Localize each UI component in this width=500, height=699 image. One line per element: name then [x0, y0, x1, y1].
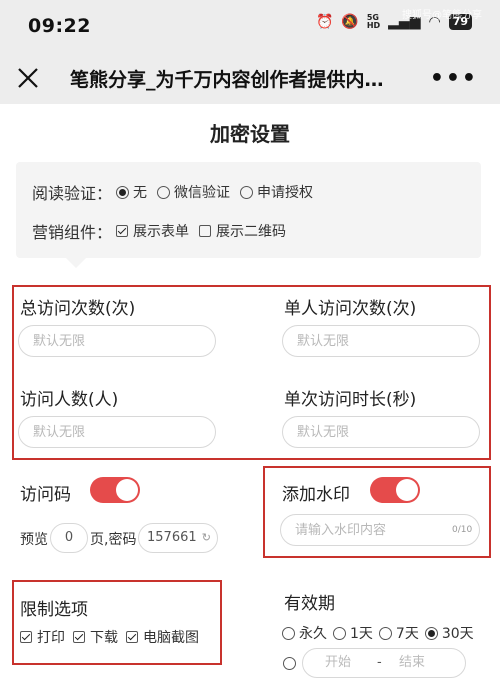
- network-indicator: 5G HD: [366, 13, 381, 30]
- end-date-field[interactable]: 结束: [399, 649, 425, 677]
- radio-apply[interactable]: 申请授权: [240, 182, 313, 202]
- restrictions-row: 打印 下载 电脑截图: [20, 627, 199, 647]
- checkbox-checked-icon: [116, 225, 129, 237]
- range-separator: -: [377, 655, 382, 670]
- radio-none[interactable]: 无: [116, 182, 147, 202]
- watermark-char-counter: 0/10: [452, 525, 473, 535]
- radio-icon: [333, 626, 346, 640]
- close-icon[interactable]: [14, 64, 42, 92]
- total-visits-input[interactable]: [18, 325, 216, 357]
- access-code-label: 访问码: [20, 485, 71, 505]
- marketing-row: 营销组件： 展示表单 展示二维码: [32, 219, 296, 243]
- checkbox-checked-icon: [126, 631, 138, 643]
- status-time: 09:22: [28, 15, 91, 37]
- marketing-label: 营销组件：: [32, 223, 113, 242]
- radio-custom-range[interactable]: [283, 657, 296, 670]
- checkbox-show-form[interactable]: 展示表单: [116, 221, 189, 241]
- radio-selected-icon: [424, 626, 438, 640]
- single-visits-label: 单人访问次数(次): [284, 299, 417, 319]
- restrictions-label: 限制选项: [20, 600, 88, 620]
- date-range-picker[interactable]: 开始 - 结束: [302, 648, 466, 678]
- page-title: 笔熊分享_为千万内容创作者提供内…: [70, 69, 384, 91]
- checkbox-download[interactable]: 下载: [73, 627, 118, 647]
- radio-forever[interactable]: 永久: [282, 623, 327, 643]
- visitor-count-input[interactable]: [18, 416, 216, 448]
- nav-bar: 笔熊分享_为千万内容创作者提供内… •••: [0, 52, 500, 104]
- radio-1-day[interactable]: 1天: [333, 623, 373, 643]
- radio-selected-icon: [116, 185, 130, 199]
- validity-row: 永久 1天 7天 30天: [282, 623, 474, 643]
- page-heading: 加密设置: [210, 122, 290, 146]
- start-date-field[interactable]: 开始: [325, 649, 351, 677]
- alarm-icon: ⏰: [315, 14, 334, 30]
- checkbox-checked-icon: [73, 631, 85, 643]
- radio-icon: [240, 185, 254, 199]
- watermark-text: 搜狐号@笔熊分享: [402, 10, 482, 21]
- total-visits-label: 总访问次数(次): [20, 299, 136, 319]
- access-code-toggle[interactable]: [90, 477, 140, 503]
- watermark-input[interactable]: [280, 514, 480, 546]
- watermark-label: 添加水印: [282, 485, 350, 505]
- single-visits-input[interactable]: [282, 325, 480, 357]
- radio-icon: [378, 626, 392, 640]
- validity-label: 有效期: [284, 594, 335, 614]
- more-options-icon[interactable]: •••: [430, 66, 478, 91]
- checkbox-show-qrcode[interactable]: 展示二维码: [199, 221, 286, 241]
- visit-duration-input[interactable]: [282, 416, 480, 448]
- settings-panel: 阅读验证： 无 微信验证 申请授权 营销组件： 展示表单 展示二维码: [16, 162, 481, 268]
- checkbox-print[interactable]: 打印: [20, 627, 65, 647]
- password-input[interactable]: 157661 ↻: [138, 523, 218, 553]
- visit-duration-label: 单次访问时长(秒): [284, 390, 417, 410]
- mute-icon: 🔕: [341, 14, 359, 30]
- restrictions-highlight: [12, 580, 222, 665]
- refresh-icon[interactable]: ↻: [202, 524, 211, 552]
- radio-wechat[interactable]: 微信验证: [157, 182, 230, 202]
- read-verify-label: 阅读验证：: [32, 184, 113, 203]
- watermark-toggle[interactable]: [370, 477, 420, 503]
- preview-label: 预览: [20, 532, 48, 548]
- radio-icon: [282, 626, 295, 640]
- radio-30-days[interactable]: 30天: [424, 623, 474, 643]
- checkbox-checked-icon: [20, 631, 32, 643]
- radio-icon: [157, 185, 171, 199]
- preview-pages-input[interactable]: 0: [50, 523, 88, 553]
- checkbox-screenshot[interactable]: 电脑截图: [126, 627, 199, 647]
- visitor-count-label: 访问人数(人): [20, 390, 119, 410]
- radio-7-days[interactable]: 7天: [378, 623, 419, 643]
- checkbox-icon: [199, 225, 212, 237]
- pages-password-label: 页,密码: [90, 532, 137, 548]
- read-verify-row: 阅读验证： 无 微信验证 申请授权: [32, 180, 323, 204]
